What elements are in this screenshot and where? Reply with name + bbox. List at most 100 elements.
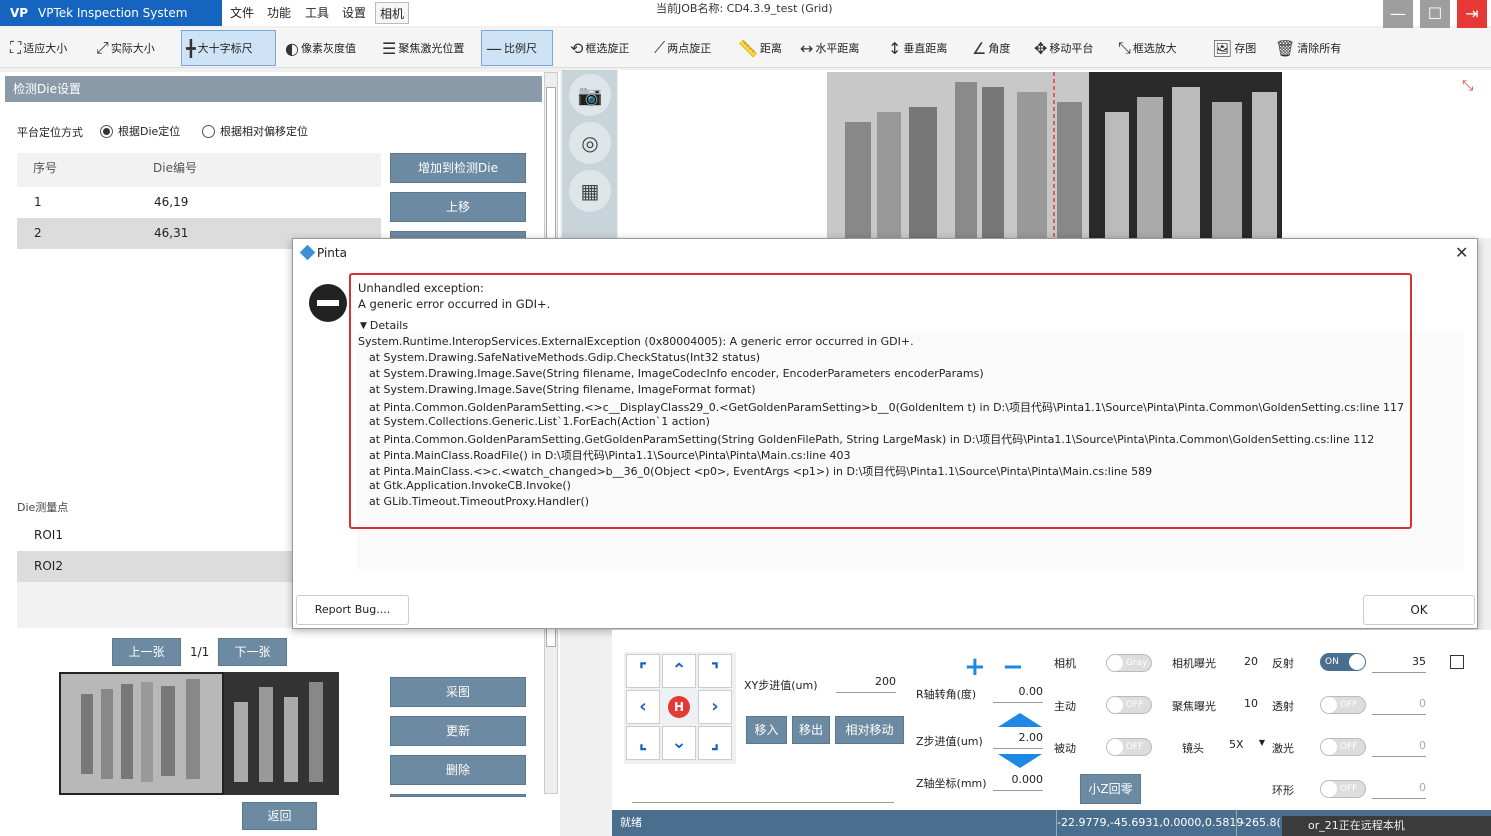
down-arrow-icon[interactable]: ⌄	[662, 726, 696, 760]
close-icon[interactable]: ✕	[1455, 243, 1468, 262]
move-stage-button[interactable]: ✥ 移动平台	[1030, 30, 1097, 66]
next-image-button[interactable]: 下一张	[218, 638, 287, 666]
plus-icon[interactable]: +	[964, 652, 986, 682]
list-item[interactable]: ROI2	[17, 551, 293, 582]
camera-toggle[interactable]: Gray	[1106, 654, 1152, 672]
row-die: 46,19	[154, 195, 189, 209]
radio-offset-position[interactable]: 根据相对偏移定位	[202, 123, 308, 139]
transmit-toggle[interactable]: OFF	[1320, 696, 1366, 714]
thumbnail-gray[interactable]	[59, 672, 224, 795]
menu-file[interactable]: 文件	[230, 0, 254, 26]
two-point-rotate-button[interactable]: ⟋ 两点旋正	[650, 30, 715, 66]
home-icon[interactable]: H	[662, 690, 696, 724]
relative-move-button[interactable]: 相对移动	[835, 716, 904, 744]
ok-button[interactable]: OK	[1363, 595, 1475, 625]
back-button[interactable]: 返回	[242, 802, 317, 830]
update-button[interactable]: 更新	[390, 716, 526, 746]
fit-size-button[interactable]: ⛶ 适应大小	[6, 30, 71, 66]
distance-button[interactable]: 📏 距离	[734, 30, 786, 66]
main-toggle[interactable]: OFF	[1106, 696, 1152, 714]
toggle-knob	[1349, 654, 1365, 670]
passive-toggle[interactable]: OFF	[1106, 738, 1152, 756]
up-right-icon[interactable]: ⌝	[698, 654, 732, 688]
down-right-icon[interactable]: ⌟	[698, 726, 732, 760]
clear-all-button[interactable]: 🗑 清除所有	[1271, 30, 1345, 66]
thumbnail-dark[interactable]	[224, 672, 339, 795]
laser-focus-button[interactable]: ☰ 聚焦激光位置	[378, 30, 468, 66]
laser-input[interactable]: 0	[1372, 739, 1426, 757]
transmit-input[interactable]: 0	[1372, 697, 1426, 715]
details-expander[interactable]: ▼ Details	[360, 319, 408, 332]
reflect-input[interactable]: 35	[1372, 655, 1426, 673]
laser-toggle[interactable]: OFF	[1320, 738, 1366, 756]
toggle-knob	[1107, 697, 1123, 713]
angle-button[interactable]: ∠ 角度	[968, 30, 1014, 66]
pixel-gray-button[interactable]: ◐ 像素灰度值	[281, 30, 360, 66]
left-arrow-icon[interactable]: ‹	[626, 690, 660, 724]
minus-icon[interactable]: −	[1002, 652, 1024, 682]
minimize-button[interactable]: —	[1383, 0, 1413, 28]
reflect-toggle[interactable]: ON	[1320, 653, 1366, 671]
transmit-label: 透射	[1272, 700, 1294, 713]
save-image-button[interactable]: 🖼 存图	[1208, 30, 1260, 66]
focus-exposure-label: 聚焦曝光	[1172, 700, 1216, 713]
app-logo: VP	[6, 2, 32, 24]
camera-icon[interactable]: 📷	[569, 74, 611, 116]
up-arrow-icon[interactable]: ⌃	[662, 654, 696, 688]
ring-input[interactable]: 0	[1372, 781, 1426, 799]
focus-target-icon[interactable]: ◎	[569, 122, 611, 164]
radio-unchecked-icon	[202, 124, 215, 138]
crosshair-ruler-button[interactable]: ╋ 大十字标尺	[181, 30, 276, 66]
table-row[interactable]: 1 46,19	[17, 187, 381, 218]
down-left-icon[interactable]: ⌞	[626, 726, 660, 760]
up-left-icon[interactable]: ⌜	[626, 654, 660, 688]
vertical-distance-button[interactable]: ↕ 垂直距离	[884, 30, 951, 66]
radio-checked-icon	[100, 124, 113, 138]
box-rotate-button[interactable]: ⟲ 框选旋正	[566, 30, 633, 66]
zoom-box-button[interactable]: ⤡ 框选放大	[1114, 30, 1181, 66]
r-angle-input[interactable]: 0.00	[993, 685, 1043, 703]
delete-button[interactable]: 删除	[390, 755, 526, 785]
grid-globe-icon[interactable]: ▦	[569, 170, 611, 212]
maximize-button[interactable]: ☐	[1420, 0, 1450, 28]
list-item[interactable]: ROI1	[17, 520, 293, 551]
right-arrow-icon[interactable]: ›	[698, 690, 732, 724]
add-die-button[interactable]: 增加到检测Die	[390, 153, 526, 183]
xy-step-input[interactable]: 200	[836, 675, 896, 693]
horizontal-distance-button[interactable]: ↔ 水平距离	[796, 30, 863, 66]
actual-size-button[interactable]: ⤢ 实际大小	[92, 30, 159, 66]
scale-bar-button[interactable]: — 比例尺	[481, 30, 553, 66]
triangle-up-icon[interactable]	[998, 713, 1042, 727]
focus-exposure-value[interactable]: 10	[1236, 697, 1258, 710]
wafer-image[interactable]	[827, 72, 1282, 238]
move-out-button[interactable]: 移出	[792, 716, 830, 744]
menu-camera[interactable]: 相机	[375, 2, 410, 24]
z-home-button[interactable]: 小Z回零	[1080, 774, 1141, 804]
triangle-down-icon[interactable]	[998, 754, 1042, 768]
menu-settings[interactable]: 设置	[342, 0, 366, 26]
fit-icon: ⛶	[10, 38, 22, 57]
reflect-checkbox[interactable]	[1450, 655, 1464, 669]
shrink-arrows-icon[interactable]: ⤡	[1462, 78, 1473, 94]
lens-select[interactable]: 5X ▼	[1229, 738, 1265, 756]
menu-function[interactable]: 功能	[267, 0, 291, 26]
remote-notice: or_21正在远程本机	[1282, 816, 1491, 836]
roi-empty	[17, 582, 293, 628]
z-coord-input[interactable]: 0.000	[993, 773, 1043, 791]
header-no: 序号	[33, 161, 58, 175]
extra-button[interactable]	[390, 794, 526, 797]
move-in-button[interactable]: 移入	[746, 716, 787, 744]
distance-label: 距离	[759, 42, 782, 55]
capture-button[interactable]: 采图	[390, 677, 526, 707]
cam-exposure-value[interactable]: 20	[1236, 655, 1258, 668]
rotate-box-icon: ⟲	[570, 38, 584, 58]
move-up-button[interactable]: 上移	[390, 192, 526, 222]
menu-tools[interactable]: 工具	[305, 0, 329, 26]
exit-button[interactable]: ⇥	[1457, 0, 1487, 28]
prev-image-button[interactable]: 上一张	[112, 638, 181, 666]
z-step-input[interactable]: 2.00	[993, 731, 1043, 749]
ring-toggle[interactable]: OFF	[1320, 780, 1366, 798]
fit-size-label: 适应大小	[23, 42, 68, 55]
radio-die-position[interactable]: 根据Die定位	[100, 123, 180, 139]
report-bug-button[interactable]: Report Bug....	[296, 595, 409, 625]
